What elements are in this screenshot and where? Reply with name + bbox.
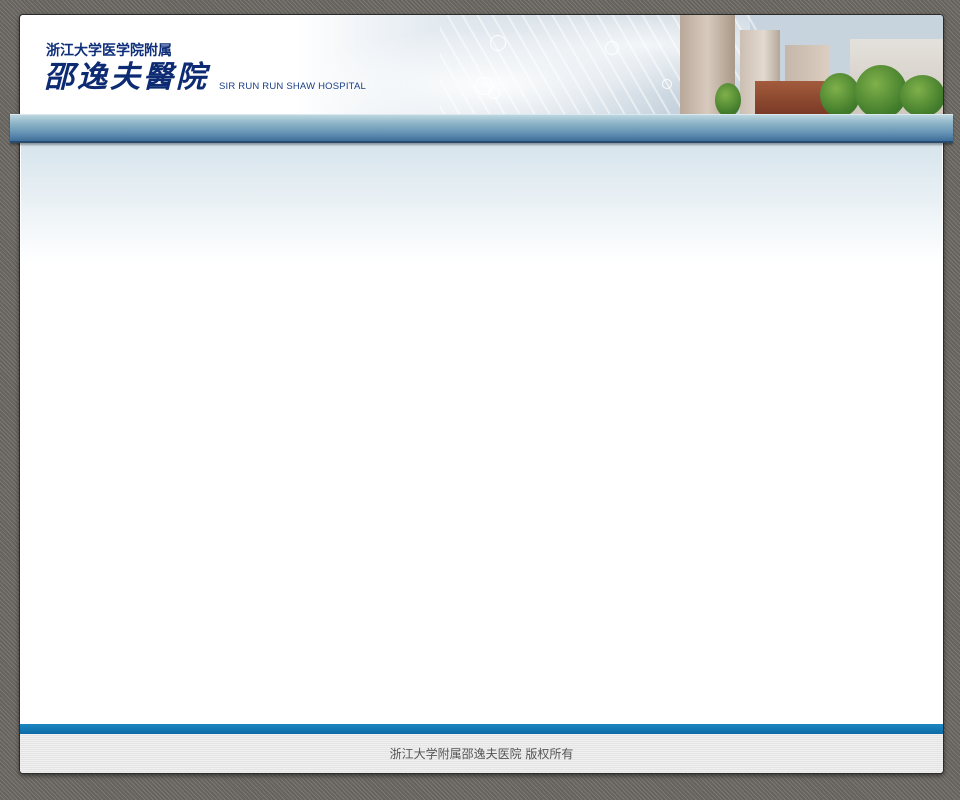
bubble-decoration	[605, 41, 619, 55]
copyright-text: 浙江大学附属邵逸夫医院 版权所有	[389, 747, 574, 761]
navigation-bar	[10, 114, 953, 143]
footer-stripe	[20, 724, 943, 734]
bubble-decoration	[488, 87, 500, 99]
tree-cluster	[820, 73, 860, 115]
logo-subtitle: 浙江大学医学院附属	[46, 43, 172, 59]
footer: 浙江大学附属邵逸夫医院 版权所有	[20, 734, 943, 773]
main-content-area	[21, 143, 942, 723]
logo-english-name: SIR RUN RUN SHAW HOSPITAL	[219, 81, 366, 92]
bubble-decoration	[490, 35, 506, 51]
tree-cluster	[855, 65, 907, 115]
hospital-building-photo	[660, 15, 943, 115]
tree-cluster	[715, 83, 741, 115]
tree-cluster	[900, 75, 943, 115]
logo-title: 邵逸夫醫院	[44, 60, 209, 95]
header-banner: 浙江大学医学院附属 邵逸夫醫院 SIR RUN RUN SHAW HOSPITA…	[20, 15, 943, 115]
